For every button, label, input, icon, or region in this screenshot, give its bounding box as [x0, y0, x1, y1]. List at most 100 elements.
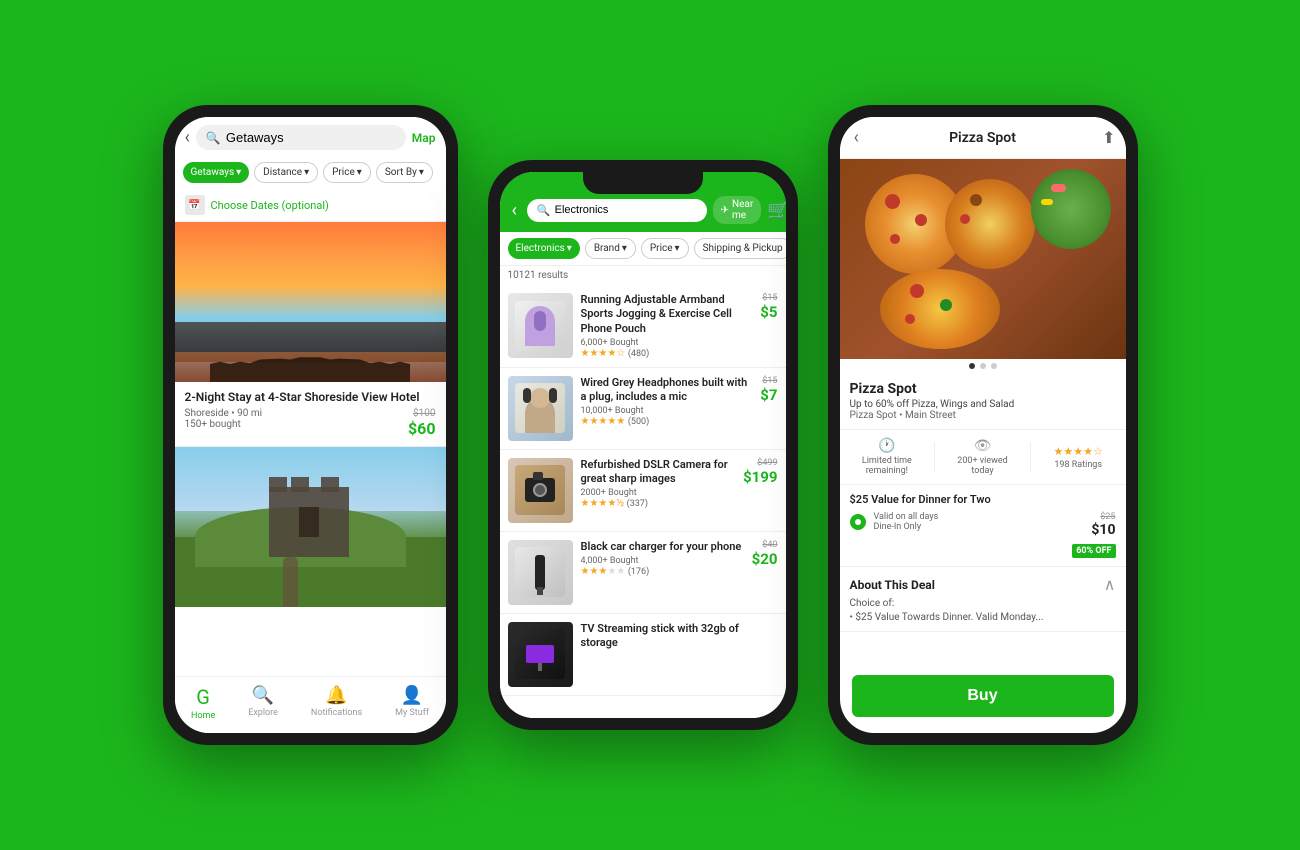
chevron-down-icon: ▾ — [236, 167, 241, 178]
deal-old-price-1: $100 — [408, 408, 436, 419]
product-name-3: Refurbished DSLR Camera for great sharp … — [581, 458, 736, 487]
cart-icon[interactable]: 🛒 — [767, 200, 785, 221]
back-icon[interactable]: ‹ — [185, 127, 190, 148]
home-icon: G — [196, 685, 210, 709]
phone1-screen: ‹ 🔍 Getaways Map Getaways ▾ Distance ▾ P… — [175, 117, 446, 733]
deal-option-header: $25 Value for Dinner for Two — [850, 493, 1116, 506]
stat-ratings: ★★★★☆ 198 Ratings — [1041, 445, 1116, 470]
filter-price[interactable]: Price ▾ — [323, 162, 371, 183]
product-item-1[interactable]: Running Adjustable Armband Sports Joggin… — [500, 285, 786, 368]
product-list: Running Adjustable Armband Sports Joggin… — [500, 285, 786, 718]
filter-distance[interactable]: Distance ▾ — [254, 162, 318, 183]
product-thumb-2 — [508, 376, 573, 441]
nav-explore[interactable]: 🔍 Explore — [248, 685, 278, 721]
dot-2 — [980, 363, 986, 369]
deal-card-1[interactable]: 2-Night Stay at 4-Star Shoreside View Ho… — [175, 382, 446, 447]
product-stars-2: ★★★★★ (500) — [581, 416, 753, 427]
pizza-image — [840, 159, 1126, 359]
p2-search-input[interactable]: Electronics — [555, 204, 697, 216]
p2-search-wrap[interactable]: 🔍 Electronics — [527, 199, 707, 222]
about-title: About This Deal — [850, 578, 935, 592]
deal-option-section: $25 Value for Dinner for Two Valid on al… — [840, 485, 1126, 567]
chevron-icon: ▾ — [567, 243, 572, 254]
date-label: Choose Dates (optional) — [211, 199, 329, 212]
stat-separator-2 — [1030, 442, 1031, 472]
radio-inner — [855, 519, 861, 525]
share-icon[interactable]: ⬆ — [1102, 128, 1115, 147]
product-bought-4: 4,000+ Bought — [581, 556, 744, 566]
product-stars-4: ★★★★★ (176) — [581, 566, 744, 577]
nav-notifications[interactable]: 🔔 Notifications — [311, 685, 362, 721]
product-old-price-1: $15 — [760, 293, 777, 303]
date-chooser[interactable]: 📅 Choose Dates (optional) — [175, 189, 446, 222]
nav-explore-label: Explore — [248, 708, 278, 718]
product-new-price-2: $7 — [760, 386, 777, 404]
filter-price-p2[interactable]: Price ▾ — [641, 238, 689, 259]
search-icon: 🔍 — [206, 131, 221, 145]
filter-electronics[interactable]: Electronics ▾ — [508, 238, 580, 259]
back-icon-p3[interactable]: ‹ — [850, 125, 863, 150]
product-stars-3: ★★★★½ (337) — [581, 498, 736, 509]
deal-new-price-p3: $10 — [1072, 522, 1115, 538]
phone-pizza: ‹ Pizza Spot ⬆ — [828, 105, 1138, 745]
map-label[interactable]: Map — [412, 131, 436, 145]
location-icon: ✈ — [721, 205, 729, 216]
search-icon-p2: 🔍 — [537, 204, 551, 217]
near-me-tag[interactable]: ✈ Near me — [713, 196, 762, 224]
product-bought-3: 2000+ Bought — [581, 488, 736, 498]
search-input[interactable]: Getaways — [226, 130, 396, 145]
filter-shipping[interactable]: Shipping & Pickup — [694, 238, 786, 259]
off-badge: 60% OFF — [1072, 544, 1115, 558]
clock-icon: 🕐 — [878, 438, 895, 454]
product-item-3[interactable]: Refurbished DSLR Camera for great sharp … — [500, 450, 786, 532]
filter-sortby[interactable]: Sort By ▾ — [376, 162, 433, 183]
pizza-location: Pizza Spot • Main Street — [850, 410, 1116, 421]
bell-icon: 🔔 — [325, 685, 347, 706]
deal-meta-1: Shoreside • 90 mi 150+ bought $100 $60 — [185, 408, 436, 438]
product-thumb-3 — [508, 458, 573, 523]
pizza-stats: 🕐 Limited time remaining! 👁 200+ viewed … — [840, 430, 1126, 485]
nav-mystuff[interactable]: 👤 My Stuff — [395, 685, 429, 721]
product-name-1: Running Adjustable Armband Sports Joggin… — [581, 293, 753, 336]
product-old-price-4: $40 — [752, 540, 778, 550]
image-dots — [840, 359, 1126, 373]
nav-notifications-label: Notifications — [311, 708, 362, 718]
collapse-icon[interactable]: ∧ — [1104, 575, 1116, 594]
deal-terms-2: Dine-In Only — [874, 522, 1065, 532]
product-info-5: TV Streaming stick with 32gb of storage — [581, 622, 778, 651]
deal-title-1: 2-Night Stay at 4-Star Shoreside View Ho… — [185, 390, 436, 404]
nav-home[interactable]: G Home — [191, 685, 215, 721]
radio-selected[interactable] — [850, 514, 866, 530]
buy-section: Buy — [840, 632, 1126, 660]
product-thumb-4 — [508, 540, 573, 605]
product-info-2: Wired Grey Headphones built with a plug,… — [581, 376, 753, 428]
nav-home-label: Home — [191, 711, 215, 721]
phone2-screen: ‹ 🔍 Electronics ✈ Near me 🛒 Electronics … — [500, 172, 786, 718]
p3-header: ‹ Pizza Spot ⬆ — [840, 117, 1126, 159]
about-section: About This Deal ∧ Choice of: • $25 Value… — [840, 567, 1126, 632]
product-stars-1: ★★★★☆ (480) — [581, 348, 753, 359]
stat-views: 👁 200+ viewed today — [945, 438, 1020, 476]
product-item-4[interactable]: Black car charger for your phone 4,000+ … — [500, 532, 786, 614]
results-count: 10121 results — [500, 266, 786, 285]
filter-brand[interactable]: Brand ▾ — [585, 238, 636, 259]
filter-getaways[interactable]: Getaways ▾ — [183, 162, 250, 183]
buy-button[interactable]: Buy — [852, 675, 1114, 717]
chevron-down-icon: ▾ — [357, 167, 362, 178]
hero-castle-image — [175, 447, 446, 607]
product-item-2[interactable]: Wired Grey Headphones built with a plug,… — [500, 368, 786, 450]
dot-3 — [991, 363, 997, 369]
p3-title: Pizza Spot — [949, 130, 1016, 146]
chevron-down-icon: ▾ — [419, 167, 424, 178]
search-input-wrap[interactable]: 🔍 Getaways — [196, 125, 406, 150]
about-content: Choice of: — [850, 598, 1116, 609]
chevron-icon: ▾ — [622, 243, 627, 254]
product-new-price-4: $20 — [752, 550, 778, 568]
back-icon-p2[interactable]: ‹ — [508, 198, 521, 223]
about-header: About This Deal ∧ — [850, 575, 1116, 594]
pizza-name: Pizza Spot — [850, 381, 1116, 397]
product-item-5[interactable]: TV Streaming stick with 32gb of storage — [500, 614, 786, 696]
product-old-price-2: $15 — [760, 376, 777, 386]
phone1-search-bar: ‹ 🔍 Getaways Map — [175, 117, 446, 156]
stat-time: 🕐 Limited time remaining! — [850, 438, 925, 476]
